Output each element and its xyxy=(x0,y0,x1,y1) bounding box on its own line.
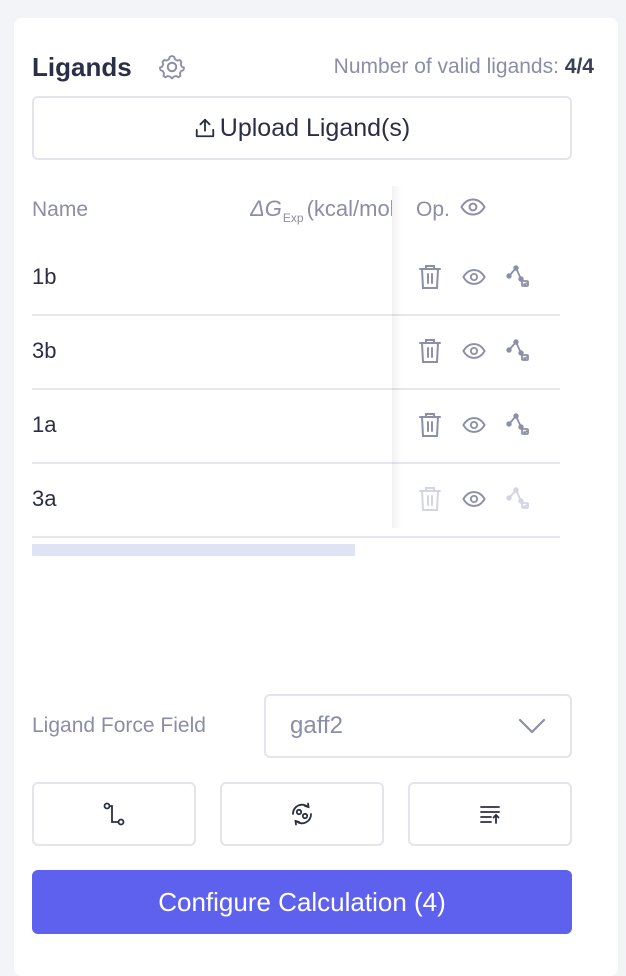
view-all-eye-icon[interactable] xyxy=(460,198,486,222)
force-field-label: Ligand Force Field xyxy=(32,714,206,737)
op-header-label: Op. xyxy=(416,198,450,221)
column-dg-header: ΔGExp(kcal/mol) xyxy=(250,196,392,225)
structure-graph-icon[interactable] xyxy=(506,338,530,364)
view-eye-icon[interactable] xyxy=(462,412,486,438)
view-eye-icon[interactable] xyxy=(462,264,486,290)
refresh-icon xyxy=(292,802,312,826)
ligands-table: Name ΔGExp(kcal/mol) Op. 1b 3b 1a 3a xyxy=(32,186,560,556)
delete-trash-icon[interactable] xyxy=(418,264,442,290)
chevron-down-icon xyxy=(518,718,546,734)
valid-ligands-value: 4/4 xyxy=(564,55,594,78)
settings-gear-icon[interactable] xyxy=(156,51,188,83)
view-eye-icon[interactable] xyxy=(462,486,486,512)
view-eye-icon[interactable] xyxy=(462,338,486,364)
sort-icon xyxy=(480,806,500,824)
delete-trash-icon[interactable] xyxy=(418,412,442,438)
ligand-name: 3b xyxy=(32,338,57,363)
row-operations xyxy=(418,264,550,290)
table-row: 3a xyxy=(32,464,560,538)
panel-title: Ligands xyxy=(32,51,132,82)
upload-ligands-button[interactable]: Upload Ligand(s) xyxy=(32,96,572,160)
valid-ligands-label: Number of valid ligands: xyxy=(333,55,559,78)
table-header: Name ΔGExp(kcal/mol) Op. xyxy=(32,186,560,242)
upload-icon xyxy=(195,118,214,138)
fixed-column-shadow xyxy=(392,186,402,528)
path-icon xyxy=(103,802,125,826)
ligand-name: 1b xyxy=(32,264,57,289)
row-operations xyxy=(418,486,550,512)
row-operations xyxy=(418,338,550,364)
configure-calculation-label: Configure Calculation (4) xyxy=(158,886,446,917)
structure-graph-icon[interactable] xyxy=(506,264,530,290)
horizontal-scrollbar[interactable] xyxy=(32,544,355,556)
dg-unit: (kcal/mol) xyxy=(306,196,392,221)
path-tool-button[interactable] xyxy=(32,782,196,846)
structure-graph-icon xyxy=(506,486,530,512)
panel-header: Ligands Number of valid ligands: 4/4 xyxy=(32,50,594,84)
table-row: 1b xyxy=(32,242,560,316)
delete-trash-icon[interactable] xyxy=(418,338,442,364)
force-field-value: gaff2 xyxy=(290,712,343,739)
toolbar xyxy=(32,782,572,846)
column-name-header: Name xyxy=(32,198,89,221)
refresh-tool-button[interactable] xyxy=(220,782,384,846)
ligand-name: 3a xyxy=(32,486,57,511)
column-op-header: Op. xyxy=(416,198,486,222)
dg-symbol: ΔG xyxy=(250,196,282,221)
upload-ligands-label: Upload Ligand(s) xyxy=(219,113,411,142)
row-operations xyxy=(418,412,550,438)
ligand-name: 1a xyxy=(32,412,57,437)
table-row: 1a xyxy=(32,390,560,464)
structure-graph-icon[interactable] xyxy=(506,412,530,438)
valid-ligands-count: Number of valid ligands: 4/4 xyxy=(334,55,594,79)
configure-calculation-button[interactable]: Configure Calculation (4) xyxy=(32,870,572,934)
delete-trash-icon xyxy=(418,486,442,512)
dg-subscript: Exp xyxy=(282,211,304,225)
sort-tool-button[interactable] xyxy=(408,782,572,846)
table-row: 3b xyxy=(32,316,560,390)
force-field-select[interactable]: gaff2 xyxy=(264,694,572,758)
